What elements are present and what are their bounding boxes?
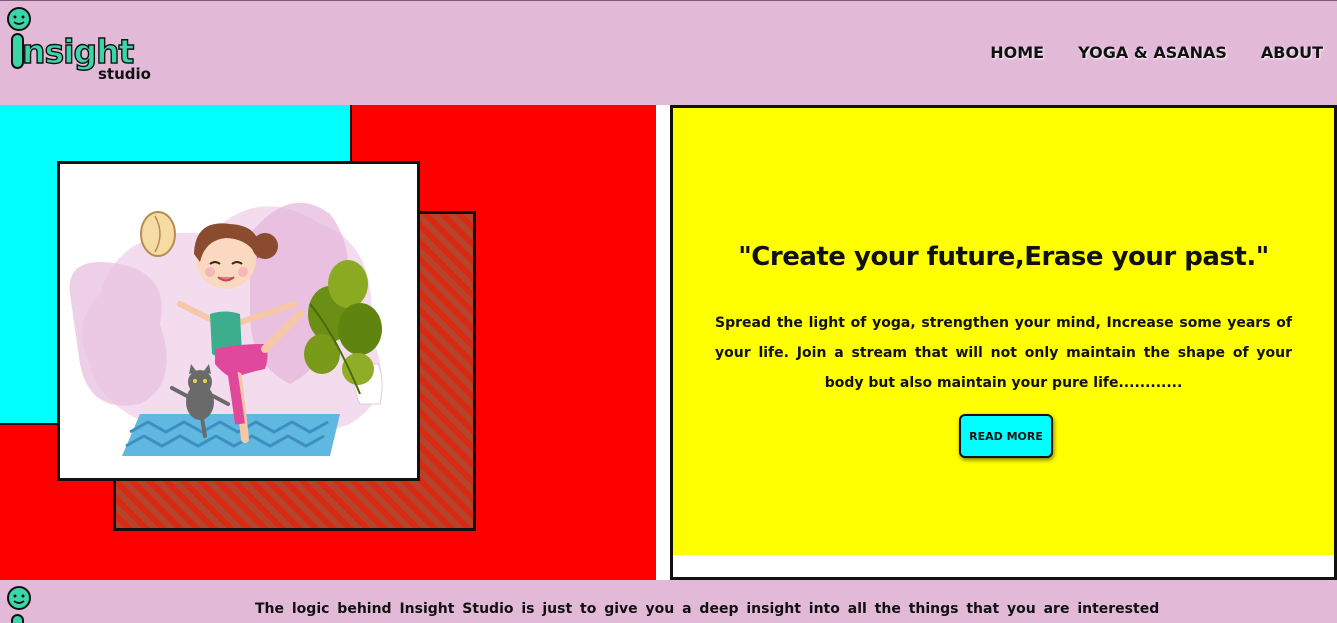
logo-face-icon — [7, 586, 31, 610]
quote-panel: "Create your future,Erase your past." Sp… — [673, 108, 1334, 555]
nav-about[interactable]: ABOUT — [1261, 43, 1323, 62]
site-footer: The logic behind Insight Studio is just … — [0, 580, 1337, 623]
logo-subtitle: studio — [98, 65, 151, 83]
hero-image-section — [0, 105, 656, 580]
section-divider — [656, 105, 670, 580]
site-logo[interactable]: nsight studio — [6, 7, 156, 82]
footer-logo[interactable] — [6, 586, 146, 623]
logo-wordmark: nsight — [21, 32, 135, 71]
nav-yoga-asanas[interactable]: YOGA & ASANAS — [1078, 43, 1227, 62]
yoga-girl-illustration — [69, 202, 383, 456]
hero-quote: "Create your future,Erase your past." — [738, 242, 1269, 272]
logo-letter-i — [11, 614, 24, 623]
logo-face-icon — [7, 7, 31, 31]
main-nav: HOME YOGA & ASANAS ABOUT — [990, 43, 1323, 62]
hero-image — [57, 161, 420, 481]
nav-home[interactable]: HOME — [990, 43, 1044, 62]
site-header: nsight studio HOME YOGA & ASANAS ABOUT — [0, 0, 1337, 105]
hero-text-section: "Create your future,Erase your past." Sp… — [670, 105, 1337, 580]
read-more-button[interactable]: READ MORE — [959, 414, 1053, 458]
hero-tagline: Spread the light of yoga, strengthen you… — [715, 315, 1292, 391]
footer-description: The logic behind Insight Studio is just … — [255, 601, 1160, 617]
